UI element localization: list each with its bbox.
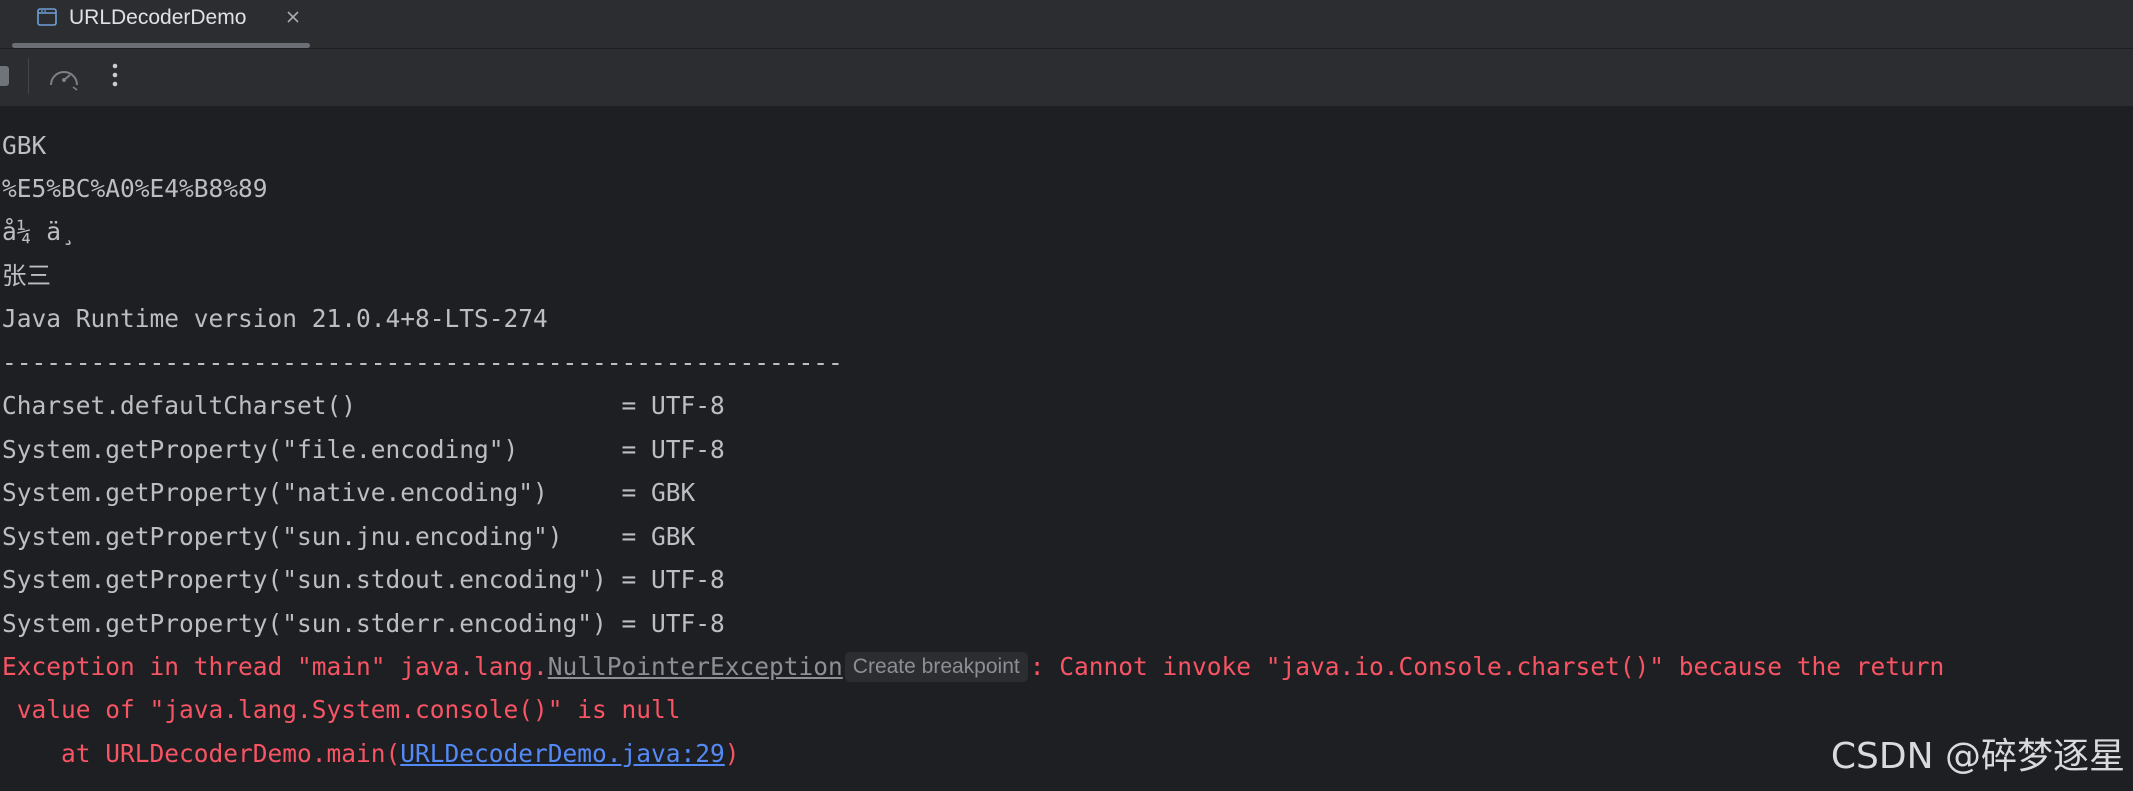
more-vertical-icon[interactable] xyxy=(106,61,124,89)
tab-strip: URLDecoderDemo xyxy=(0,0,2133,49)
console-line-partial: UTF-8 xyxy=(2,107,76,117)
console-line: System.getProperty("file.encoding") = UT… xyxy=(2,435,725,464)
console-output[interactable]: UTF-8 GBK %E5%BC%A0%E4%B8%89 å¼ ä¸ 张三 Ja… xyxy=(0,107,2133,791)
console-line: System.getProperty("sun.jnu.encoding") =… xyxy=(2,522,696,551)
exception-prefix: Exception in thread "main" java.lang. xyxy=(2,652,548,681)
source-file-link[interactable]: URLDecoderDemo.java:29 xyxy=(400,739,725,768)
console-line: %E5%BC%A0%E4%B8%89 xyxy=(2,174,268,203)
exception-class-link[interactable]: NullPointerException xyxy=(548,652,843,681)
console-line: Java Runtime version 21.0.4+8-LTS-274 xyxy=(2,304,548,333)
console-line: System.getProperty("native.encoding") = … xyxy=(2,478,696,507)
close-icon[interactable] xyxy=(284,8,302,26)
gauge-icon[interactable] xyxy=(47,63,81,91)
console-line: 张三 xyxy=(2,261,51,290)
console-separator-line: ----------------------------------------… xyxy=(2,348,843,377)
create-breakpoint-hint[interactable]: Create breakpoint xyxy=(844,652,1028,682)
exception-message: : Cannot invoke "java.io.Console.charset… xyxy=(1029,652,1945,681)
console-line: å¼ ä¸ xyxy=(2,217,76,246)
stack-trace-suffix: ) xyxy=(724,739,740,768)
console-line: Charset.defaultCharset() = UTF-8 xyxy=(2,391,725,420)
console-line: System.getProperty("sun.stdout.encoding"… xyxy=(2,565,725,594)
console-window-icon xyxy=(37,7,57,27)
console-line: System.getProperty("sun.stderr.encoding"… xyxy=(2,609,725,638)
exception-continuation-line: value of "java.lang.System.console()" is… xyxy=(2,695,681,724)
toolbar-divider xyxy=(28,58,29,94)
exception-line: Exception in thread "main" java.lang.Nul… xyxy=(2,647,1944,687)
tab-urldecoderdemo[interactable]: URLDecoderDemo xyxy=(12,0,310,48)
stack-trace-prefix: at URLDecoderDemo.main( xyxy=(2,739,401,768)
run-tool-window: URLDecoderDemo UTF-8 G xyxy=(0,0,2133,791)
console-line: GBK xyxy=(2,131,47,160)
run-toolbar xyxy=(0,49,2133,107)
stack-trace-line: at URLDecoderDemo.main(URLDecoderDemo.ja… xyxy=(2,734,740,774)
tab-active-indicator xyxy=(12,43,310,48)
stop-icon[interactable] xyxy=(0,66,9,86)
watermark: CSDN @碎梦逐星 xyxy=(1830,736,2125,777)
tab-label: URLDecoderDemo xyxy=(69,6,247,29)
